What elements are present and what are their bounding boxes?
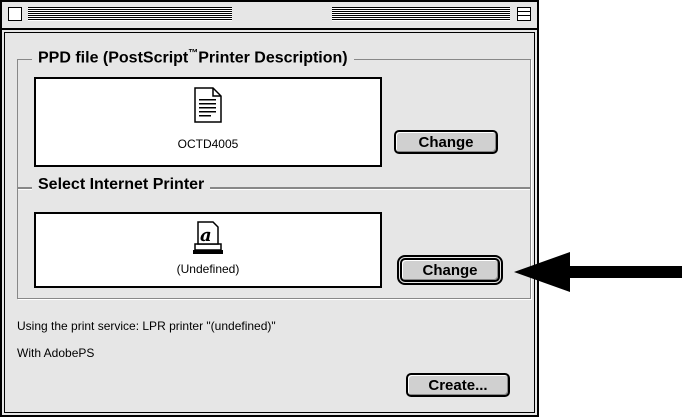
printer-name: (Undefined): [176, 262, 240, 276]
ppd-change-button[interactable]: Change: [394, 130, 498, 154]
printer-icon: a: [193, 221, 223, 254]
trademark-symbol: ™: [188, 48, 199, 59]
title-bar-stripes-right: [332, 7, 510, 21]
zoom-box[interactable]: [517, 7, 531, 21]
desktop-printer-window: PPD file (PostScript™Printer Description…: [0, 0, 539, 417]
ppd-file-name: OCTD4005: [177, 137, 239, 151]
document-icon: [194, 87, 222, 123]
title-bar[interactable]: [2, 2, 537, 30]
title-bar-stripes-left: [28, 7, 232, 21]
printer-well[interactable]: a (Undefined): [34, 212, 382, 288]
printer-group-title: Select Internet Printer: [32, 176, 211, 194]
arrow-icon: [514, 252, 682, 292]
printer-change-button[interactable]: Change: [397, 255, 503, 285]
window-content: PPD file (PostScript™Printer Description…: [4, 32, 535, 413]
ppd-group-title: PPD file (PostScript™Printer Description…: [32, 48, 354, 68]
ppd-title-text-suffix: Printer Description): [198, 49, 348, 67]
internet-printer-group: Select Internet Printer a (Undefined) Ch…: [17, 176, 531, 299]
ppd-title-text: PPD file (PostScript: [38, 49, 189, 67]
create-button[interactable]: Create...: [406, 373, 510, 397]
ppd-file-group: PPD file (PostScript™Printer Description…: [17, 48, 531, 189]
svg-text:a: a: [200, 225, 212, 246]
adobeps-status: With AdobePS: [17, 346, 95, 360]
close-box[interactable]: [8, 7, 22, 21]
print-service-status: Using the print service: LPR printer "(u…: [17, 319, 276, 333]
ppd-file-well[interactable]: OCTD4005: [34, 77, 382, 167]
